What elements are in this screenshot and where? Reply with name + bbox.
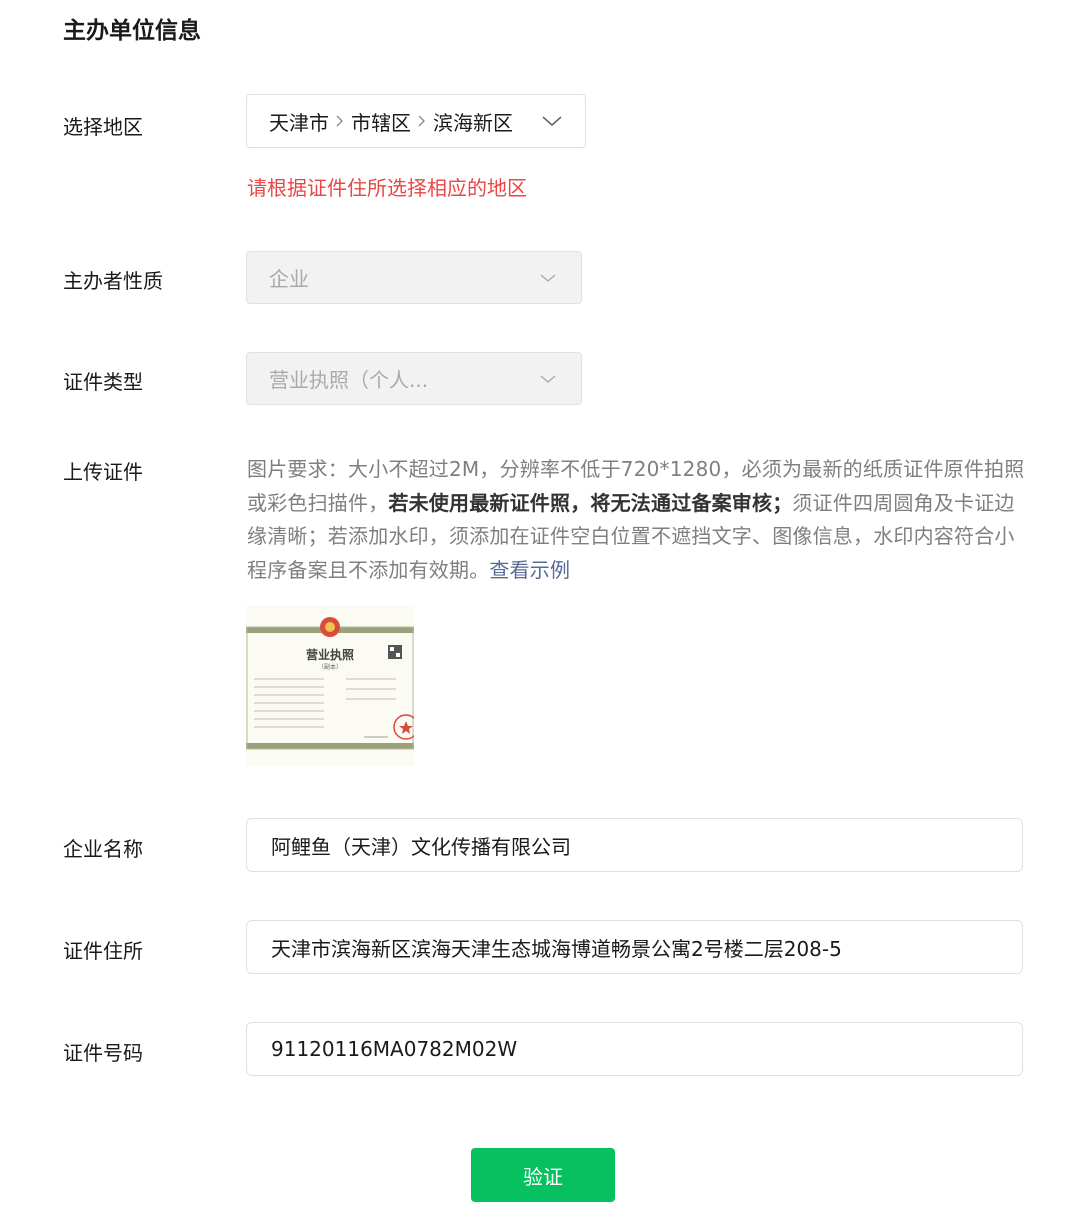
sponsor-type-label: 主办者性质 [63, 269, 163, 293]
chevron-right-icon [417, 109, 427, 133]
section-title: 主办单位信息 [63, 18, 201, 44]
license-subtitle: （副本） [318, 663, 342, 671]
region-select[interactable]: 天津市 市辖区 滨海新区 [246, 94, 586, 148]
license-title: 营业执照 [306, 647, 354, 662]
upload-label: 上传证件 [63, 460, 143, 484]
cert-type-select[interactable]: 营业执照（个人... [246, 352, 582, 405]
view-example-link[interactable]: 查看示例 [489, 558, 570, 582]
region-hint: 请根据证件住所选择相应的地区 [247, 176, 527, 200]
company-name-label: 企业名称 [63, 837, 143, 861]
cert-type-value: 营业执照（个人... [269, 368, 429, 392]
region-province: 天津市 [269, 110, 329, 135]
cert-address-label: 证件住所 [63, 939, 143, 963]
region-label: 选择地区 [63, 115, 143, 139]
chevron-down-icon [541, 110, 563, 132]
upload-warning: 若未使用最新证件照，将无法通过备案审核； [388, 490, 793, 515]
cert-type-label: 证件类型 [63, 370, 143, 394]
region-city: 市辖区 [351, 110, 411, 135]
upload-requirements: 图片要求：大小不超过2M，分辨率不低于720*1280，必须为最新的纸质证件原件… [247, 457, 1025, 582]
verify-button[interactable]: 验证 [471, 1148, 615, 1202]
chevron-down-icon [537, 368, 559, 390]
chevron-down-icon [537, 267, 559, 289]
sponsor-type-select[interactable]: 企业 [246, 251, 582, 304]
cert-number-input[interactable]: 91120116MA0782M02W [246, 1022, 1023, 1076]
license-image[interactable]: 营业执照 （副本） [246, 605, 414, 766]
cert-address-input[interactable]: 天津市滨海新区滨海天津生态城海博道畅景公寓2号楼二层208-5 [246, 920, 1023, 974]
company-name-input[interactable]: 阿鲤鱼（天津）文化传播有限公司 [246, 818, 1023, 872]
region-district: 滨海新区 [433, 110, 513, 135]
chevron-right-icon [335, 109, 345, 133]
cert-number-label: 证件号码 [63, 1041, 143, 1065]
sponsor-type-value: 企业 [269, 267, 309, 291]
